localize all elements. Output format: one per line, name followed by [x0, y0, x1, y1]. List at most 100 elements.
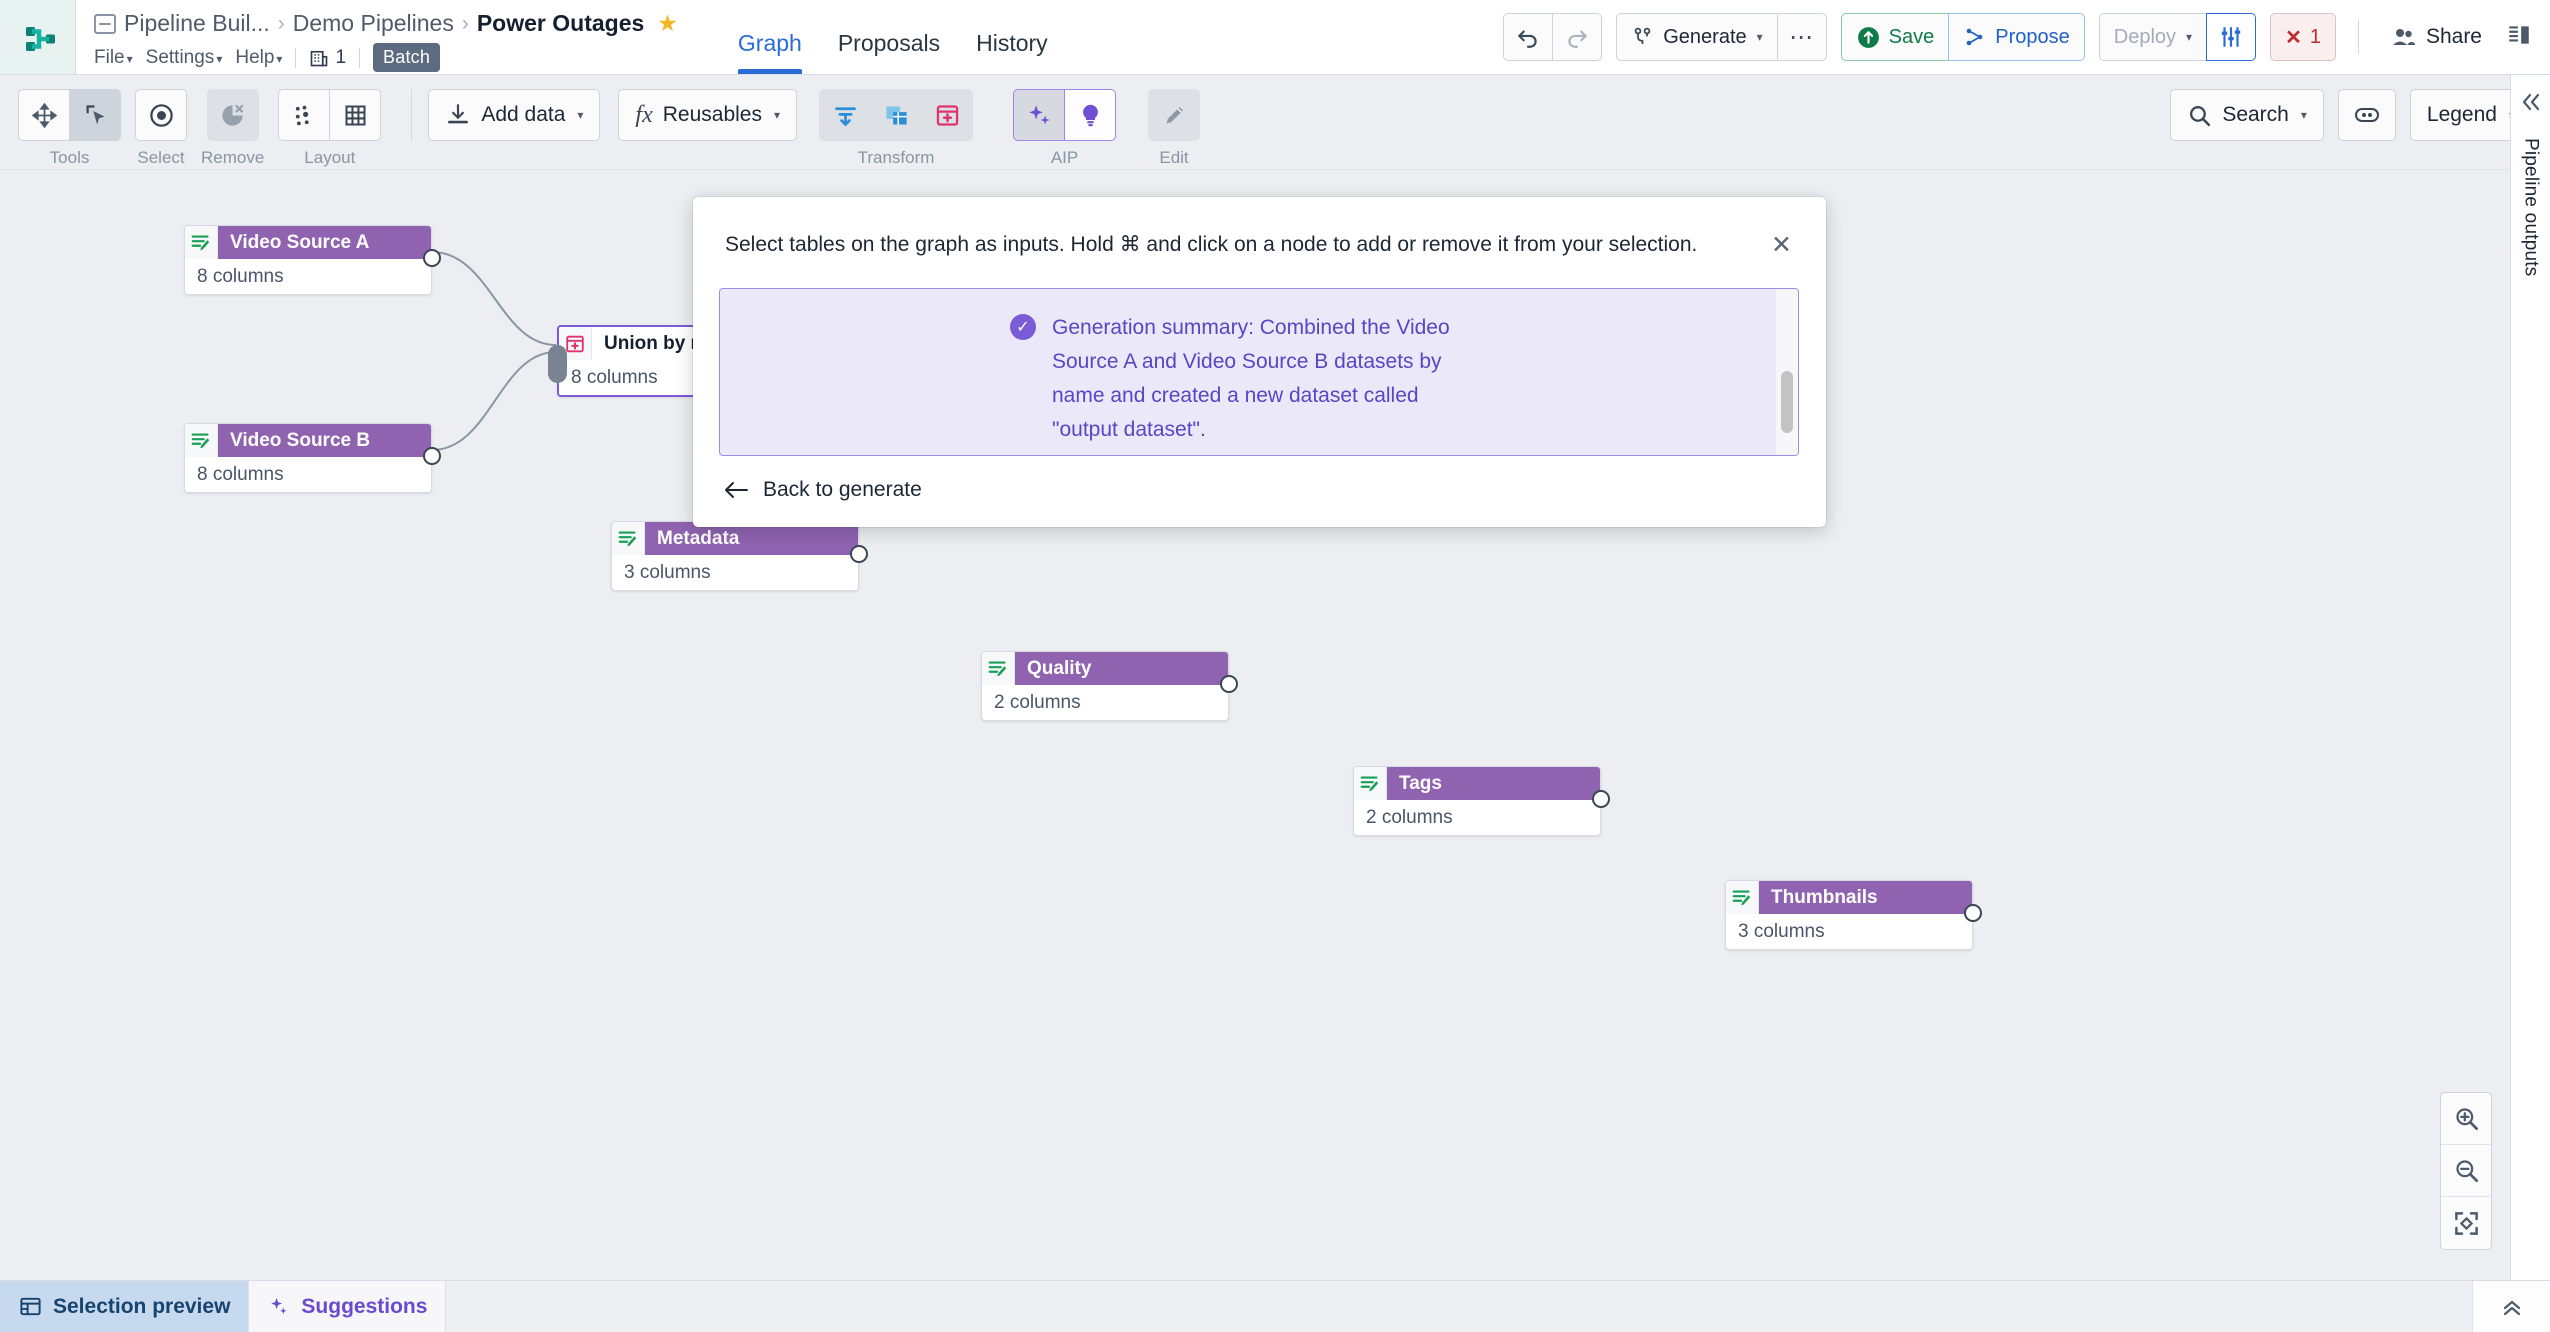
table-preview-icon	[20, 1297, 41, 1316]
search-button[interactable]: Search ▾	[2170, 89, 2324, 141]
close-x-icon[interactable]: ✕	[1767, 231, 1796, 260]
select-cursor-icon	[86, 104, 104, 124]
branch-indicator[interactable]: 1	[309, 47, 346, 69]
undo-button[interactable]	[1503, 13, 1554, 61]
generate-button[interactable]: Generate ▾	[1616, 13, 1778, 61]
deploy-button[interactable]: Deploy ▾	[2098, 13, 2208, 61]
app-logo[interactable]	[0, 0, 76, 74]
panel-toggle-button[interactable]	[2506, 22, 2532, 53]
remove-node-icon	[222, 104, 244, 126]
redo-button[interactable]	[1552, 13, 1603, 61]
suggestions-tab[interactable]: Suggestions	[249, 1281, 447, 1332]
tab-history[interactable]: History	[976, 30, 1048, 74]
pipeline-settings-button[interactable]	[2206, 13, 2257, 61]
app-header: Pipeline Buil... › Demo Pipelines › Powe…	[0, 0, 2550, 75]
move-tool-button[interactable]	[18, 89, 70, 141]
error-badge[interactable]: ✕ 1	[2270, 13, 2336, 61]
graph-node-video-source-a[interactable]: Video Source A 8 columns	[184, 225, 441, 295]
edge-b-to-union	[431, 351, 557, 451]
node-output-port[interactable]	[850, 545, 868, 563]
select-all-button[interactable]	[135, 89, 187, 141]
menu-help[interactable]: Help ▾	[235, 47, 282, 69]
node-box[interactable]: Metadata 3 columns	[611, 521, 859, 591]
node-subtitle: 3 columns	[624, 561, 711, 583]
share-button[interactable]: Share	[2391, 25, 2482, 49]
node-input-port[interactable]	[548, 345, 567, 383]
propose-branch-icon	[1966, 28, 1983, 46]
divider	[411, 89, 413, 141]
eye-toggle-icon	[2354, 108, 2379, 122]
star-favorite-icon[interactable]: ★	[657, 10, 678, 37]
node-output-port[interactable]	[1964, 904, 1982, 922]
fit-to-screen-button[interactable]	[2441, 1197, 2491, 1249]
graph-node-video-source-b[interactable]: Video Source B 8 columns	[184, 423, 441, 493]
generation-summary-text: Generation summary: Combined the Video S…	[1052, 316, 1450, 442]
breadcrumb-item-1[interactable]: Demo Pipelines	[293, 10, 454, 37]
page-title: Power Outages	[476, 10, 645, 36]
tab-bar: Graph Proposals History	[737, 0, 1048, 74]
add-data-button[interactable]: Add data ▾	[428, 89, 601, 141]
graph-node-quality[interactable]: Quality 2 columns	[981, 651, 1238, 721]
node-box[interactable]: Thumbnails 3 columns	[1725, 880, 1973, 950]
error-x-icon: ✕	[2285, 26, 2302, 49]
check-circle-icon: ✓	[1010, 314, 1036, 340]
node-output-port[interactable]	[423, 249, 441, 267]
selection-preview-tab[interactable]: Selection preview	[0, 1281, 250, 1332]
building-icon	[311, 50, 328, 66]
graph-node-metadata[interactable]: Metadata 3 columns	[611, 521, 868, 591]
node-title: Tags	[1387, 767, 1600, 800]
graph-node-tags[interactable]: Tags 2 columns	[1353, 766, 1610, 836]
save-button[interactable]: Save	[1840, 13, 1950, 61]
breadcrumb-item-0[interactable]: Pipeline Buil...	[124, 10, 270, 37]
new-table-button[interactable]	[921, 89, 974, 141]
node-output-port[interactable]	[1592, 790, 1610, 808]
scatter-layout-button[interactable]	[278, 89, 331, 141]
select-tool-button[interactable]	[69, 89, 121, 141]
menu-settings[interactable]: Settings ▾	[146, 47, 223, 69]
share-label: Share	[2425, 25, 2482, 48]
redo-icon	[1568, 30, 1587, 48]
multi-table-button[interactable]	[870, 89, 923, 141]
reusables-button[interactable]: fx Reusables ▾	[618, 89, 798, 141]
zoom-controls	[2440, 1092, 2492, 1250]
collapse-bottom-panel-button[interactable]	[2472, 1281, 2550, 1332]
node-header: Video Source B	[185, 424, 431, 457]
selection-preview-label: Selection preview	[53, 1294, 231, 1318]
tab-graph[interactable]: Graph	[737, 30, 802, 74]
remove-node-button[interactable]	[206, 89, 259, 141]
collapse-rail-button[interactable]	[2519, 91, 2543, 118]
zoom-in-button[interactable]	[2441, 1093, 2491, 1145]
aip-generate-button[interactable]	[1013, 89, 1066, 141]
toolbar-group-layout: Layout	[278, 89, 382, 168]
summary-scrollbar-thumb[interactable]	[1781, 371, 1793, 433]
breadcrumb-separator: ›	[461, 11, 469, 35]
summary-content: ✓ Generation summary: Combined the Video…	[720, 289, 1482, 455]
edit-button[interactable]	[1148, 89, 1201, 141]
propose-button[interactable]: Propose	[1948, 13, 2085, 61]
menu-file[interactable]: File ▾	[94, 47, 133, 69]
toolbar-label-edit: Edit	[1159, 148, 1189, 167]
zoom-out-button[interactable]	[2441, 1145, 2491, 1197]
join-transform-button[interactable]	[819, 89, 872, 141]
back-to-generate-button[interactable]: Back to generate	[723, 478, 922, 502]
node-output-port[interactable]	[423, 447, 441, 465]
node-box[interactable]: Tags 2 columns	[1353, 766, 1601, 836]
divider	[359, 47, 361, 68]
node-box[interactable]: Video Source B 8 columns	[184, 423, 432, 493]
graph-node-thumbnails[interactable]: Thumbnails 3 columns	[1725, 880, 1982, 950]
generation-summary-panel: ✓ Generation summary: Combined the Video…	[719, 288, 1799, 456]
toolbar-label-tools: Tools	[49, 148, 90, 167]
node-subtitle: 8 columns	[197, 463, 284, 485]
summary-scrollbar-track[interactable]	[1776, 289, 1798, 455]
tab-proposals[interactable]: Proposals	[838, 30, 940, 74]
node-box[interactable]: Quality 2 columns	[981, 651, 1229, 721]
node-header: Quality	[982, 652, 1228, 685]
node-output-port[interactable]	[1220, 675, 1238, 693]
reusables-label: Reusables	[662, 103, 762, 126]
node-box[interactable]: Video Source A 8 columns	[184, 225, 432, 295]
aip-suggestions-button[interactable]	[1064, 89, 1117, 141]
grid-layout-button[interactable]	[329, 89, 382, 141]
visibility-toggle-button[interactable]	[2337, 89, 2396, 141]
mode-badge[interactable]: Batch	[373, 43, 441, 72]
more-options-button[interactable]: ⋯	[1776, 13, 1827, 61]
